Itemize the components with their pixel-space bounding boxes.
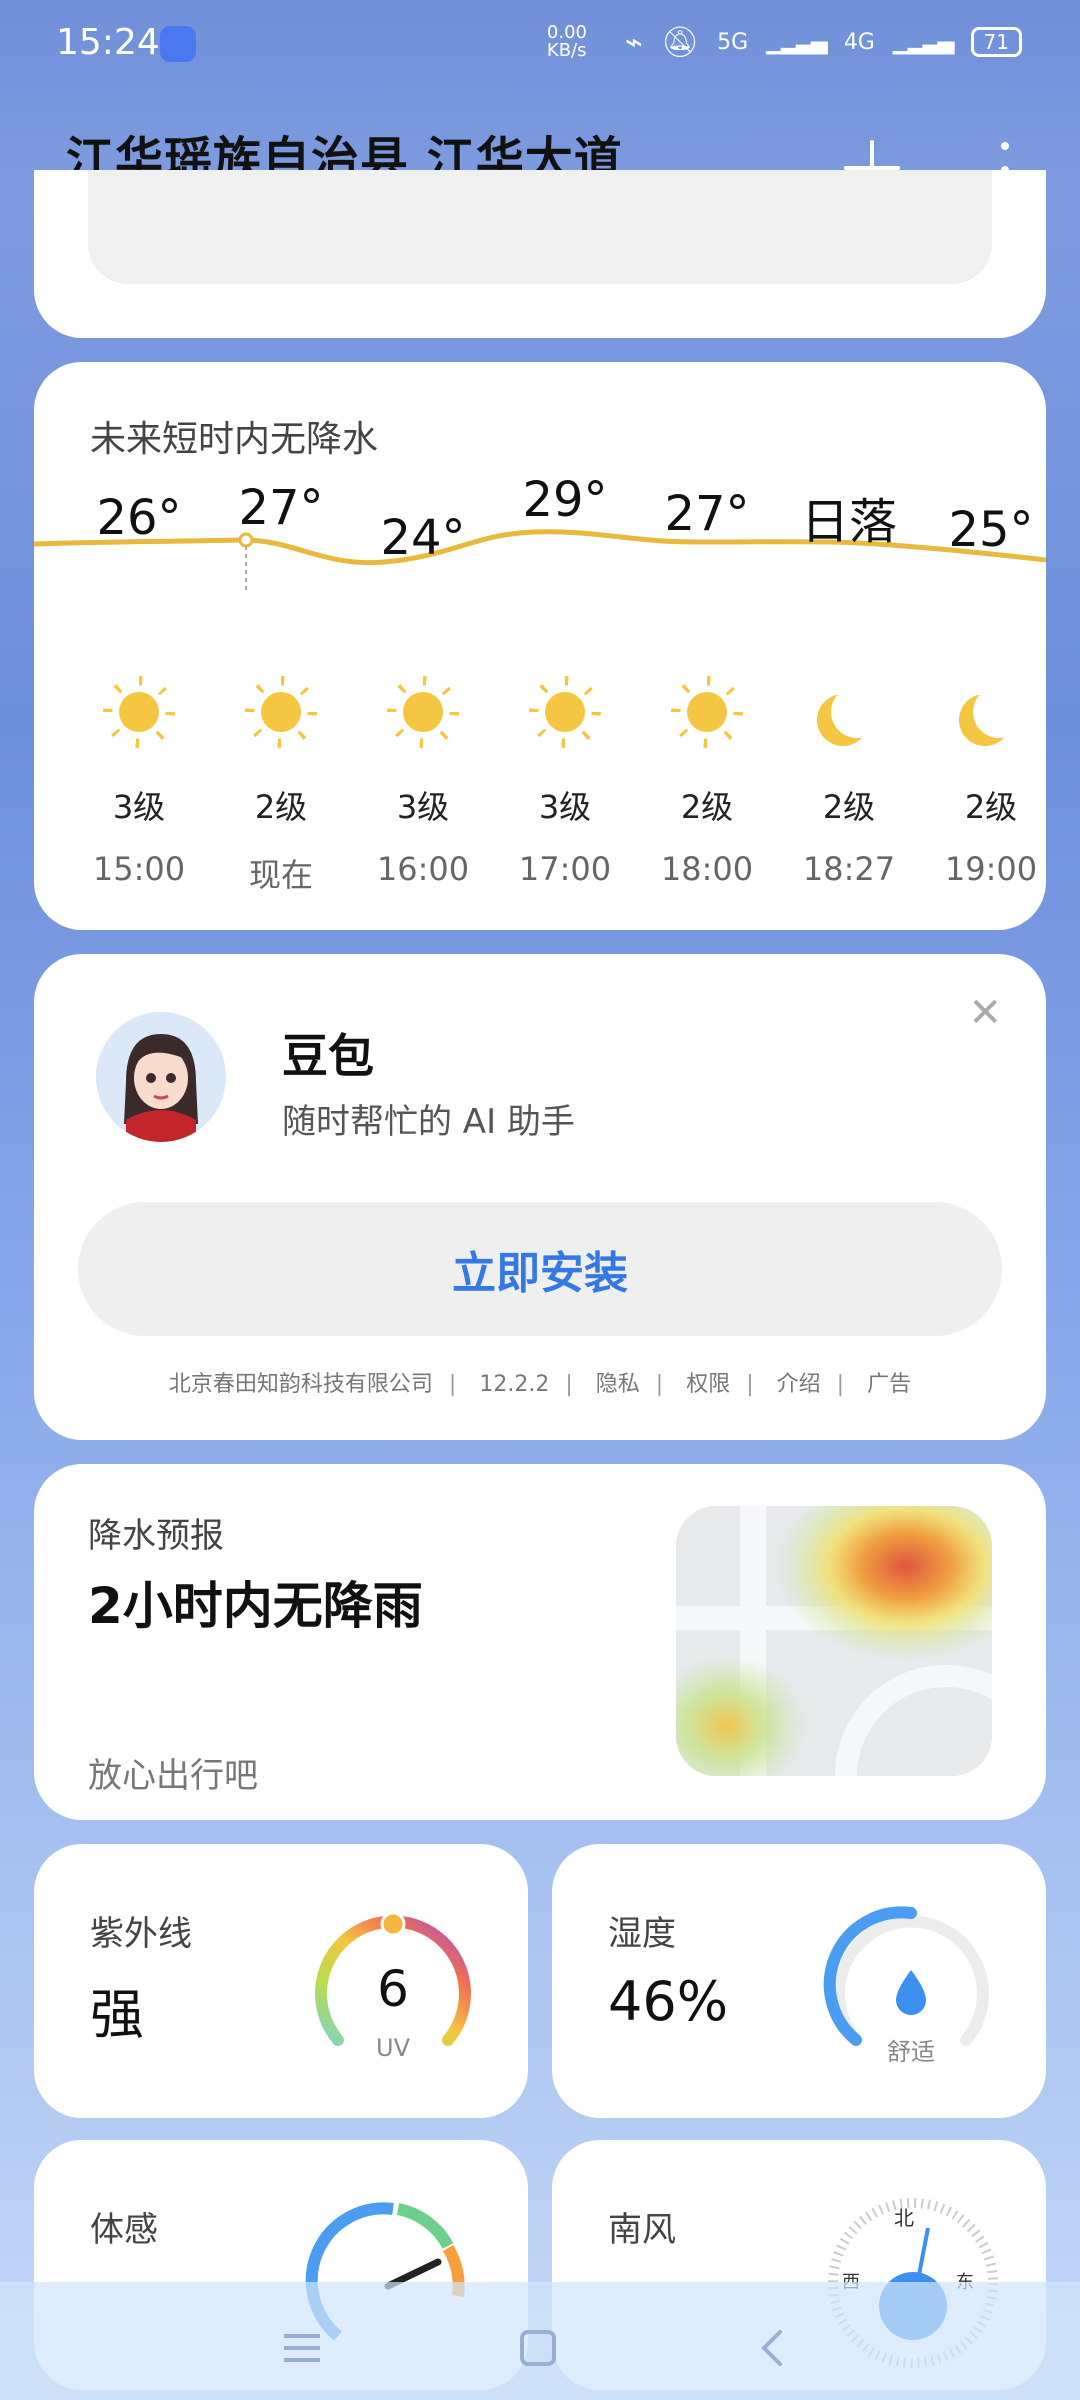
- precip-map[interactable]: [676, 1506, 992, 1776]
- hour-column: 26°: [68, 490, 210, 546]
- hour-time: 18:27: [802, 850, 896, 888]
- install-button[interactable]: 立即安装: [78, 1202, 1002, 1336]
- hour-time: 18:00: [660, 850, 754, 888]
- hour-icon-cell: [920, 688, 1062, 740]
- sun-icon: [403, 692, 443, 732]
- navigation-bar: [0, 2282, 1080, 2400]
- ad-app-name: 豆包: [282, 1029, 374, 1083]
- battery-indicator: 71: [970, 27, 1022, 57]
- hour-icon-cell: [352, 692, 494, 732]
- hour-wind: 2级: [822, 788, 876, 826]
- compass-north: 北: [894, 2206, 914, 2230]
- uv-card[interactable]: 紫外线 强 6 UV: [34, 1844, 528, 2118]
- moon-icon: [973, 686, 1025, 738]
- moon-icon: [831, 686, 883, 738]
- avatar-illustration: [96, 1012, 226, 1142]
- hour-column: 日落: [778, 482, 920, 552]
- hour-time: 现在: [248, 856, 313, 894]
- hour-icon-cell: [636, 692, 778, 732]
- hour-time: 19:00: [944, 850, 1038, 888]
- publisher-name: 北京春田知韵科技有限公司: [168, 1372, 433, 1397]
- status-time: 15:24: [56, 22, 160, 63]
- humidity-comfort: 舒适: [887, 2038, 935, 2066]
- sun-icon: [261, 692, 301, 732]
- uv-unit: UV: [376, 2034, 410, 2062]
- status-bar: 15:24 0.00 KB/s ⌁ 🔕︎ 5G ▁▂▃▄ 4G ▁▂▃▄ 71: [0, 0, 1080, 90]
- hourly-forecast-card[interactable]: 未来短时内无降水 26° 27° 24° 29° 27° 日落 25° 3级 2…: [34, 362, 1046, 930]
- uv-value: 强: [90, 1983, 144, 2046]
- privacy-link[interactable]: 隐私: [596, 1372, 640, 1397]
- sun-icon: [119, 692, 159, 732]
- hour-column: 24°: [352, 510, 494, 566]
- hour-icon-cell: [494, 692, 636, 732]
- hourly-title: 未来短时内无降水: [90, 419, 379, 460]
- hour-time: 16:00: [376, 850, 470, 888]
- hour-temp: 25°: [948, 502, 1034, 558]
- hour-temp: 29°: [522, 472, 608, 528]
- hour-wind: 2级: [680, 788, 734, 826]
- hour-temp: 27°: [238, 480, 324, 536]
- hour-icon-cell: [778, 688, 920, 740]
- ad-tag: 广告: [867, 1372, 912, 1397]
- hour-time: 17:00: [518, 850, 612, 888]
- scrolled-card: [34, 170, 1046, 338]
- water-drop-icon: [896, 1970, 926, 2015]
- hour-time: 15:00: [92, 850, 186, 888]
- humidity-card[interactable]: 湿度 46% 舒适: [552, 1844, 1046, 2118]
- precip-title: 2小时内无降雨: [88, 1577, 423, 1635]
- permissions-link[interactable]: 权限: [686, 1372, 730, 1397]
- recent-apps-icon[interactable]: [282, 2328, 322, 2368]
- back-icon[interactable]: [752, 2328, 792, 2368]
- signal-icon: ▁▂▃▄: [766, 29, 828, 55]
- home-icon[interactable]: [518, 2328, 558, 2368]
- hour-wind: 3级: [112, 788, 166, 826]
- hour-wind: 2级: [254, 788, 308, 826]
- mute-icon: 🔕︎: [660, 24, 700, 60]
- app-version: 12.2.2: [479, 1372, 550, 1397]
- ad-footer: 北京春田知韵科技有限公司 | 12.2.2 | 隐私 | 权限 | 介绍 | 广告: [168, 1372, 912, 1397]
- uv-index: 6: [377, 1960, 409, 2018]
- sun-icon: [687, 692, 727, 732]
- precip-label: 降水预报: [88, 1516, 224, 1556]
- hour-wind: 2级: [964, 788, 1018, 826]
- scrolled-card-inner: [88, 170, 992, 284]
- intro-link[interactable]: 介绍: [777, 1372, 821, 1397]
- hour-wind: 3级: [396, 788, 450, 826]
- hour-column: 27°: [636, 486, 778, 542]
- app-avatar: [96, 1012, 226, 1142]
- hour-temp: 27°: [664, 486, 750, 542]
- close-icon[interactable]: ✕: [968, 990, 1002, 1036]
- uv-label: 紫外线: [90, 1914, 192, 1954]
- net-speed: 0.00 KB/s: [546, 22, 587, 61]
- hour-label: 日落: [800, 494, 897, 550]
- signal-5g-label: 5G: [717, 29, 749, 55]
- status-icons: 0.00 KB/s ⌁ 🔕︎ 5G ▁▂▃▄ 4G ▁▂▃▄ 71: [547, 24, 1022, 60]
- radar-map-graphic: [676, 1506, 992, 1776]
- precipitation-card[interactable]: 降水预报 2小时内无降雨 放心出行吧: [34, 1464, 1046, 1820]
- hour-wind: 3级: [538, 788, 592, 826]
- hour-temp: 26°: [96, 490, 182, 546]
- humidity-label: 湿度: [608, 1914, 676, 1954]
- hotspot-icon: ⌁: [624, 24, 643, 60]
- ad-card[interactable]: 豆包 随时帮忙的 AI 助手 ✕ 立即安装 北京春田知韵科技有限公司 | 12.2…: [34, 954, 1046, 1440]
- hour-column: 29°: [494, 472, 636, 528]
- link-icon: [160, 26, 196, 62]
- feels-label: 体感: [90, 2210, 158, 2250]
- ad-app-description: 随时帮忙的 AI 助手: [282, 1102, 575, 1142]
- signal-4g-label: 4G: [843, 29, 875, 55]
- hour-icon-cell: [68, 692, 210, 732]
- hour-column: 27°: [210, 480, 352, 536]
- signal-icon-2: ▁▂▃▄: [892, 29, 955, 55]
- precip-subtitle: 放心出行吧: [88, 1756, 258, 1796]
- hour-temp: 24°: [380, 510, 466, 566]
- humidity-value: 46%: [608, 1970, 729, 2033]
- hour-column: 25°: [920, 502, 1062, 558]
- wind-label: 南风: [608, 2210, 676, 2250]
- hour-icon-cell: [210, 692, 352, 732]
- sun-icon: [545, 692, 585, 732]
